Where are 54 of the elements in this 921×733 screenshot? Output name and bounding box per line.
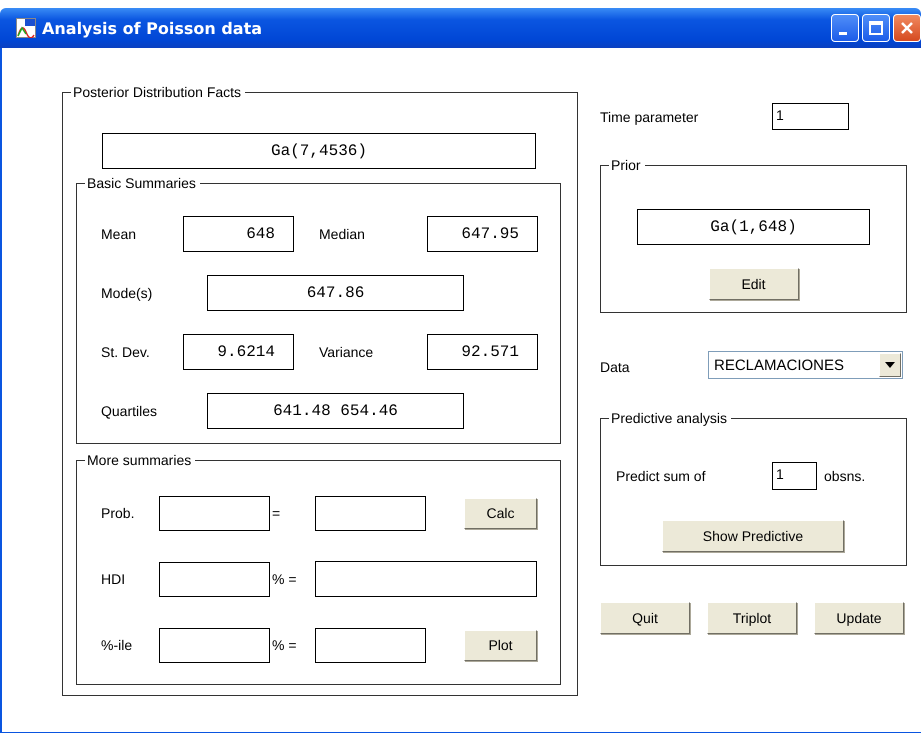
action-button[interactable]: Triplot [707, 602, 797, 634]
field-label: Quartiles [101, 403, 158, 419]
action-button[interactable]: Calc [464, 498, 537, 528]
field-label: Prob. [101, 505, 136, 521]
dropdown-arrow-icon [885, 362, 895, 368]
field-label: %-ile [101, 637, 134, 653]
minimize-button[interactable] [831, 14, 859, 42]
close-icon [900, 21, 914, 35]
result-field[interactable] [315, 496, 426, 530]
field-label: Predict sum of [616, 468, 706, 484]
input-field[interactable] [159, 496, 270, 530]
show-predictive-button[interactable]: Show Predictive [662, 520, 844, 552]
value-field[interactable]: 648 [183, 216, 294, 252]
value-field[interactable]: 9.6214 [183, 334, 294, 370]
result-field[interactable] [315, 628, 426, 662]
time-parameter-field[interactable]: 1 [772, 103, 849, 130]
count-field[interactable]: 1 [772, 462, 817, 490]
field-label: Variance [319, 344, 374, 360]
maximize-icon [869, 21, 883, 35]
field-label: Mean [101, 226, 138, 242]
close-button[interactable] [893, 14, 921, 42]
maximize-button[interactable] [862, 14, 890, 42]
field-label: St. Dev. [101, 344, 151, 360]
group-title: More summaries [85, 452, 196, 468]
field-label: Data [600, 358, 631, 375]
distribution-field[interactable]: Ga(1,648) [637, 209, 870, 245]
value-field[interactable]: 647.95 [427, 216, 538, 252]
value-field[interactable]: 92.571 [427, 334, 538, 370]
separator-label: % = [271, 637, 298, 653]
window-title: Analysis of Poisson data [42, 18, 262, 38]
value-field[interactable]: 647.86 [207, 275, 464, 311]
group-title: Predictive analysis [609, 410, 731, 426]
action-button[interactable]: Quit [600, 602, 690, 634]
value-field[interactable]: 641.48 654.46 [207, 393, 464, 429]
data-dropdown[interactable]: RECLAMACIONES [708, 351, 903, 379]
edit-button[interactable]: Edit [708, 268, 798, 300]
input-field[interactable] [159, 562, 270, 596]
separator-label: % = [271, 571, 298, 587]
action-button[interactable]: Update [814, 602, 904, 634]
field-label: Median [319, 226, 366, 242]
chart-icon [16, 18, 36, 38]
result-field[interactable] [315, 561, 537, 597]
group-title: Prior [609, 157, 645, 173]
separator-label: = [271, 505, 282, 521]
group-title: Basic Summaries [85, 175, 200, 191]
action-button[interactable]: Plot [464, 630, 537, 660]
field-label: Mode(s) [101, 285, 154, 301]
unit-label: obsns. [824, 468, 866, 484]
group-title: Posterior Distribution Facts [71, 84, 246, 100]
field-label: HDI [101, 571, 126, 587]
minimize-icon [838, 32, 846, 34]
distribution-field[interactable]: Ga(7,4536) [102, 133, 536, 169]
field-label: Time parameter [600, 108, 700, 124]
input-field[interactable] [159, 628, 270, 662]
